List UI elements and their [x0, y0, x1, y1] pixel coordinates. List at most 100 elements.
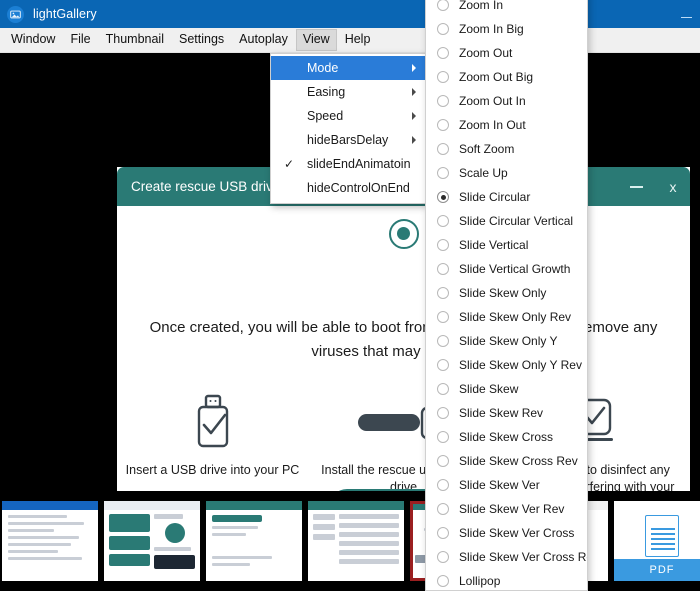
- step-insert-usb: Insert a USB drive into your PC: [123, 391, 303, 479]
- radio-icon[interactable]: [437, 503, 449, 515]
- mode-option-zoom-in[interactable]: Zoom In: [426, 0, 587, 17]
- radio-icon[interactable]: [437, 551, 449, 563]
- mode-option-label: Slide Skew Only Y: [459, 334, 558, 348]
- mode-option-label: Slide Skew Rev: [459, 406, 544, 420]
- window-minimize-button[interactable]: [681, 9, 692, 19]
- mode-option-slide-skew-ver-cross[interactable]: Slide Skew Ver Cross: [426, 521, 587, 545]
- mode-option-slide-skew-cross[interactable]: Slide Skew Cross: [426, 425, 587, 449]
- radio-icon[interactable]: [437, 359, 449, 371]
- mode-option-slide-skew-ver-cross-rev[interactable]: Slide Skew Ver Cross Rev: [426, 545, 587, 569]
- mode-option-slide-skew-ver[interactable]: Slide Skew Ver: [426, 473, 587, 497]
- checkmark-icon: ✓: [284, 157, 295, 171]
- mode-option-zoom-out[interactable]: Zoom Out: [426, 41, 587, 65]
- mode-option-zoom-in-big[interactable]: Zoom In Big: [426, 17, 587, 41]
- mode-option-label: Zoom Out Big: [459, 70, 534, 84]
- menu-item-easing[interactable]: Easing: [271, 80, 425, 104]
- chevron-right-icon: [412, 136, 416, 144]
- mode-option-slide-skew-only-y[interactable]: Slide Skew Only Y: [426, 329, 587, 353]
- mode-option-zoom-out-big[interactable]: Zoom Out Big: [426, 65, 587, 89]
- image-gallery-icon: [7, 5, 24, 23]
- radio-icon[interactable]: [437, 311, 449, 323]
- mode-option-label: Zoom In: [459, 0, 504, 12]
- radio-icon[interactable]: [437, 143, 449, 155]
- menu-item-speed[interactable]: Speed: [271, 104, 425, 128]
- thumbnail-pdf-icon[interactable]: PDF: [614, 501, 700, 581]
- menu-bar: Window File Thumbnail Settings Autoplay …: [0, 28, 700, 53]
- mode-option-label: Zoom In Big: [459, 22, 524, 36]
- window-title: lightGallery: [33, 7, 97, 21]
- radio-icon[interactable]: [437, 527, 449, 539]
- dialog-minimize-button[interactable]: [630, 185, 644, 188]
- thumbnail-article-page[interactable]: [2, 501, 98, 581]
- mode-option-label: Slide Skew: [459, 382, 519, 396]
- mode-option-zoom-in-out[interactable]: Zoom In Out: [426, 113, 587, 137]
- mode-option-label: Zoom In Out: [459, 118, 526, 132]
- radio-icon[interactable]: [437, 263, 449, 275]
- menu-item-hidecontrolonend-label: hideControlOnEnd: [307, 181, 410, 195]
- mode-option-zoom-out-in[interactable]: Zoom Out In: [426, 89, 587, 113]
- thumbnail-list-view[interactable]: [308, 501, 404, 581]
- menu-item-speed-label: Speed: [307, 109, 344, 123]
- radio-icon[interactable]: [437, 239, 449, 251]
- rescue-usb-dialog: Create rescue USB drive x Once created, …: [117, 167, 690, 541]
- mode-option-label: Slide Skew Cross Rev: [459, 454, 578, 468]
- radio-icon[interactable]: [437, 215, 449, 227]
- pdf-document-icon: [645, 515, 679, 558]
- menu-item-mode[interactable]: Mode: [271, 56, 425, 80]
- mode-option-slide-vertical-growth[interactable]: Slide Vertical Growth: [426, 257, 587, 281]
- pdf-label: PDF: [614, 559, 700, 581]
- radio-icon[interactable]: [437, 479, 449, 491]
- radio-icon[interactable]: [437, 167, 449, 179]
- mode-option-slide-circular[interactable]: Slide Circular: [426, 185, 587, 209]
- radio-icon[interactable]: [437, 119, 449, 131]
- menu-item-mode-label: Mode: [307, 61, 339, 75]
- mode-option-slide-skew-only[interactable]: Slide Skew Only: [426, 281, 587, 305]
- menu-item-slideendanimatoin[interactable]: ✓ slideEndAnimatoin: [271, 152, 425, 176]
- mode-option-slide-skew-only-rev[interactable]: Slide Skew Only Rev: [426, 305, 587, 329]
- mode-option-label: Scale Up: [459, 166, 508, 180]
- mode-option-slide-skew-rev[interactable]: Slide Skew Rev: [426, 401, 587, 425]
- menubar-item-window[interactable]: Window: [4, 29, 62, 51]
- mode-option-label: Slide Circular: [459, 190, 531, 204]
- menubar-item-help[interactable]: Help: [338, 29, 378, 51]
- radio-icon[interactable]: [437, 95, 449, 107]
- radio-icon[interactable]: [437, 575, 449, 587]
- radio-icon[interactable]: [437, 431, 449, 443]
- radio-icon-selected[interactable]: [437, 191, 449, 203]
- menubar-item-thumbnail[interactable]: Thumbnail: [99, 29, 171, 51]
- mode-option-scale-up[interactable]: Scale Up: [426, 161, 587, 185]
- menu-item-hidebarsdelay[interactable]: hideBarsDelay: [271, 128, 425, 152]
- menubar-item-settings[interactable]: Settings: [172, 29, 231, 51]
- mode-option-label: Slide Skew Ver Cross Rev: [459, 550, 588, 564]
- dialog-close-button[interactable]: x: [666, 180, 680, 194]
- radio-icon[interactable]: [437, 407, 449, 419]
- mode-option-slide-vertical[interactable]: Slide Vertical: [426, 233, 587, 257]
- mode-option-slide-skew-ver-rev[interactable]: Slide Skew Ver Rev: [426, 497, 587, 521]
- radio-icon[interactable]: [437, 0, 449, 11]
- radio-icon[interactable]: [437, 455, 449, 467]
- mode-option-slide-skew[interactable]: Slide Skew: [426, 377, 587, 401]
- mode-option-slide-skew-only-y-rev[interactable]: Slide Skew Only Y Rev: [426, 353, 587, 377]
- menubar-item-view[interactable]: View: [295, 29, 337, 51]
- thumbnail-weather-app[interactable]: [206, 501, 302, 581]
- mode-option-lollipop[interactable]: Lollipop: [426, 569, 587, 590]
- mode-option-label: Slide Vertical: [459, 238, 529, 252]
- mode-option-slide-skew-cross-rev[interactable]: Slide Skew Cross Rev: [426, 449, 587, 473]
- menubar-item-autoplay[interactable]: Autoplay: [232, 29, 295, 51]
- radio-icon[interactable]: [437, 287, 449, 299]
- mode-option-soft-zoom[interactable]: Soft Zoom: [426, 137, 587, 161]
- radio-icon[interactable]: [437, 47, 449, 59]
- mode-option-slide-circular-vertical[interactable]: Slide Circular Vertical: [426, 209, 587, 233]
- menubar-item-file[interactable]: File: [63, 29, 97, 51]
- radio-icon[interactable]: [437, 335, 449, 347]
- menu-item-hidecontrolonend[interactable]: hideControlOnEnd: [271, 176, 425, 200]
- radio-icon[interactable]: [437, 71, 449, 83]
- thumbnail-dashboard[interactable]: [104, 501, 200, 581]
- chevron-right-icon: [412, 64, 416, 72]
- radio-icon[interactable]: [437, 23, 449, 35]
- thumbnail-strip[interactable]: PDF: [0, 491, 700, 591]
- radio-icon[interactable]: [437, 383, 449, 395]
- mode-option-label: Slide Circular Vertical: [459, 214, 574, 228]
- menu-item-hidebarsdelay-label: hideBarsDelay: [307, 133, 389, 147]
- brand-logo-icon: [388, 219, 419, 249]
